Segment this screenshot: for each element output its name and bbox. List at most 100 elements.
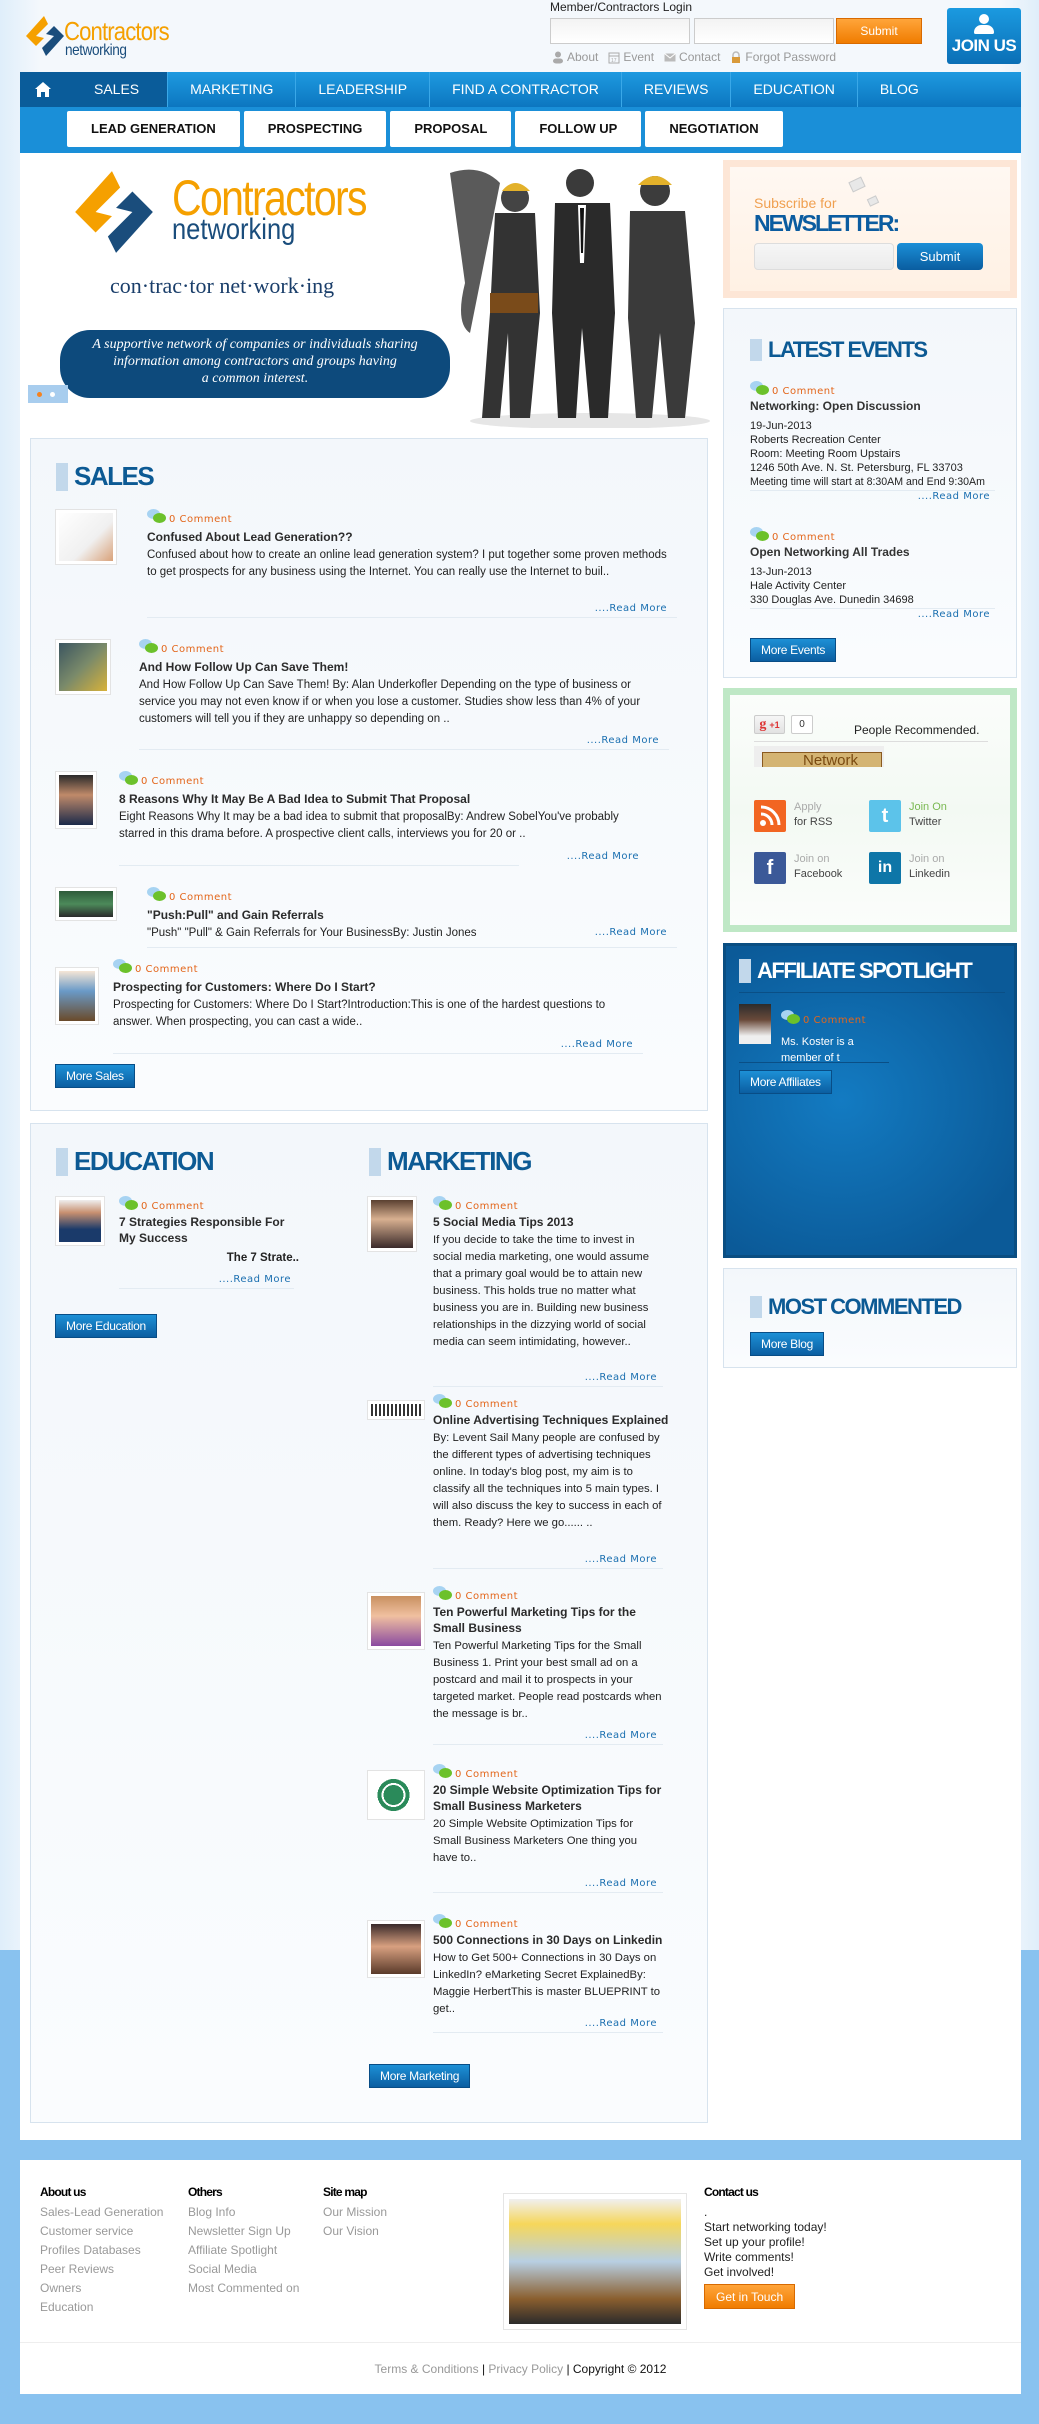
post-thumbnail[interactable] [55, 967, 99, 1025]
rss-link[interactable]: Apply for RSS [754, 800, 833, 832]
nav-item-reviews[interactable]: REVIEWS [622, 72, 732, 107]
more-education-button[interactable]: More Education [55, 1314, 157, 1338]
forgot-password-link[interactable]: Forgot Password [730, 50, 836, 64]
comment-count[interactable]: 0 Comment [803, 1015, 866, 1026]
google-plus-one-button[interactable]: g +1 [754, 715, 785, 734]
linkedin-link[interactable]: in Join on Linkedin [869, 852, 950, 884]
slider-dot-1[interactable] [37, 391, 42, 397]
nav-item-marketing[interactable]: MARKETING [168, 72, 297, 107]
footer-link[interactable]: Profiles Databases [40, 2241, 163, 2260]
password-input[interactable] [694, 18, 834, 44]
username-input[interactable] [550, 18, 690, 44]
footer-link[interactable]: Most Commented on [188, 2279, 299, 2298]
terms-link[interactable]: Terms & Conditions [375, 2362, 479, 2376]
nav-item-leadership[interactable]: LEADERSHIP [296, 72, 431, 107]
newsletter-submit-button[interactable]: Submit [897, 243, 983, 270]
comment-count[interactable]: 0 Comment [455, 1769, 518, 1780]
join-us-button[interactable]: JOIN US [947, 8, 1021, 64]
read-more-link[interactable]: ....Read More [433, 2018, 657, 2029]
read-more-link[interactable]: ....Read More [750, 491, 995, 502]
privacy-link[interactable]: Privacy Policy [488, 2362, 563, 2376]
nav-item-education[interactable]: EDUCATION [731, 72, 858, 107]
subnav-lead-generation[interactable]: LEAD GENERATION [67, 111, 240, 147]
get-in-touch-button[interactable]: Get in Touch [704, 2284, 796, 2309]
comment-count[interactable]: 0 Comment [141, 1201, 204, 1212]
footer-link[interactable]: Owners [40, 2279, 163, 2298]
subnav-follow-up[interactable]: FOLLOW UP [515, 111, 642, 147]
subnav-prospecting[interactable]: PROSPECTING [243, 111, 387, 147]
read-more-link[interactable]: ....Read More [119, 851, 639, 862]
footer-link[interactable]: Sales-Lead Generation [40, 2203, 163, 2222]
more-marketing-button[interactable]: More Marketing [369, 2064, 471, 2088]
read-more-link[interactable]: ....Read More [433, 1878, 657, 1889]
comment-count[interactable]: 0 Comment [135, 964, 198, 975]
slider-dot-2[interactable] [50, 391, 55, 397]
post-title[interactable]: "Push:Pull" and Gain Referrals [147, 907, 324, 923]
comment-count[interactable]: 0 Comment [772, 386, 835, 397]
post-thumbnail[interactable] [367, 1770, 425, 1820]
comment-count[interactable]: 0 Comment [169, 514, 232, 525]
read-more-link[interactable]: ....Read More [433, 1730, 657, 1741]
footer-link[interactable]: Customer service [40, 2222, 163, 2241]
comment-count[interactable]: 0 Comment [455, 1399, 518, 1410]
about-link[interactable]: About [552, 50, 598, 64]
login-submit-button[interactable]: Submit [836, 18, 922, 44]
read-more-link[interactable]: ....Read More [113, 1039, 633, 1050]
read-more-link[interactable]: ....Read More [750, 609, 995, 620]
read-more-link[interactable]: ....Read More [147, 927, 667, 938]
comment-count[interactable]: 0 Comment [161, 644, 224, 655]
footer-link[interactable]: Blog Info [188, 2203, 299, 2222]
footer-link[interactable]: Social Media [188, 2260, 299, 2279]
footer-link[interactable]: Newsletter Sign Up [188, 2222, 299, 2241]
more-blog-button[interactable]: More Blog [750, 1332, 824, 1356]
post-thumbnail[interactable] [55, 509, 117, 565]
read-more-link[interactable]: ....Read More [147, 603, 667, 614]
comment-count[interactable]: 0 Comment [772, 532, 835, 543]
event-title[interactable]: Open Networking All Trades [750, 545, 995, 559]
post-thumbnail[interactable] [367, 1400, 425, 1420]
read-more-link[interactable]: ....Read More [139, 735, 659, 746]
comment-count[interactable]: 0 Comment [141, 776, 204, 787]
post-thumbnail[interactable] [55, 887, 117, 921]
more-events-button[interactable]: More Events [750, 638, 837, 662]
site-logo[interactable]: Contractors networking [22, 12, 192, 62]
comment-count[interactable]: 0 Comment [455, 1591, 518, 1602]
facebook-link[interactable]: f Join on Facebook [754, 852, 842, 884]
event-title[interactable]: Networking: Open Discussion [750, 399, 995, 413]
post-thumbnail[interactable] [367, 1920, 425, 1978]
read-more-link[interactable]: ....Read More [433, 1372, 657, 1383]
post-title[interactable]: 5 Social Media Tips 2013 [433, 1214, 663, 1230]
post-title[interactable]: Ten Powerful Marketing Tips for the Smal… [433, 1604, 653, 1636]
nav-item-blog[interactable]: BLOG [858, 72, 941, 107]
post-thumbnail[interactable] [55, 1196, 105, 1246]
post-thumbnail[interactable] [367, 1196, 417, 1252]
post-thumbnail[interactable] [55, 639, 111, 695]
event-link[interactable]: 17 Event [608, 50, 654, 64]
subnav-proposal[interactable]: PROPOSAL [390, 111, 512, 147]
more-affiliates-button[interactable]: More Affiliates [739, 1070, 832, 1094]
contact-link[interactable]: Contact [664, 50, 720, 64]
post-title[interactable]: 8 Reasons Why It May Be A Bad Idea to Su… [119, 791, 470, 807]
nav-item-find-a-contractor[interactable]: FIND A CONTRACTOR [430, 72, 622, 107]
post-title[interactable]: 7 Strategies Responsible For My Success [119, 1214, 299, 1246]
comment-count[interactable]: 0 Comment [455, 1919, 518, 1930]
footer-link[interactable]: Peer Reviews [40, 2260, 163, 2279]
post-title[interactable]: Online Advertising Techniques Explained [433, 1412, 673, 1428]
more-sales-button[interactable]: More Sales [55, 1064, 135, 1088]
post-thumbnail[interactable] [55, 771, 97, 829]
post-title[interactable]: Confused About Lead Generation?? [147, 529, 353, 545]
affiliate-photo[interactable] [739, 1004, 771, 1044]
footer-link[interactable]: Education [40, 2298, 163, 2317]
subnav-negotiation[interactable]: NEGOTIATION [645, 111, 783, 147]
nav-item-sales[interactable]: SALES [66, 72, 169, 107]
footer-link[interactable]: Our Mission [323, 2203, 387, 2222]
post-title[interactable]: 500 Connections in 30 Days on Linkedin [433, 1932, 673, 1948]
post-title[interactable]: And How Follow Up Can Save Them! [139, 659, 348, 675]
post-title[interactable]: Prospecting for Customers: Where Do I St… [113, 979, 376, 995]
post-thumbnail[interactable] [367, 1592, 425, 1650]
newsletter-email-input[interactable] [754, 243, 894, 270]
footer-link[interactable]: Affiliate Spotlight [188, 2241, 299, 2260]
comment-count[interactable]: 0 Comment [169, 892, 232, 903]
footer-link[interactable]: Our Vision [323, 2222, 387, 2241]
twitter-link[interactable]: t Join On Twitter [869, 800, 947, 832]
